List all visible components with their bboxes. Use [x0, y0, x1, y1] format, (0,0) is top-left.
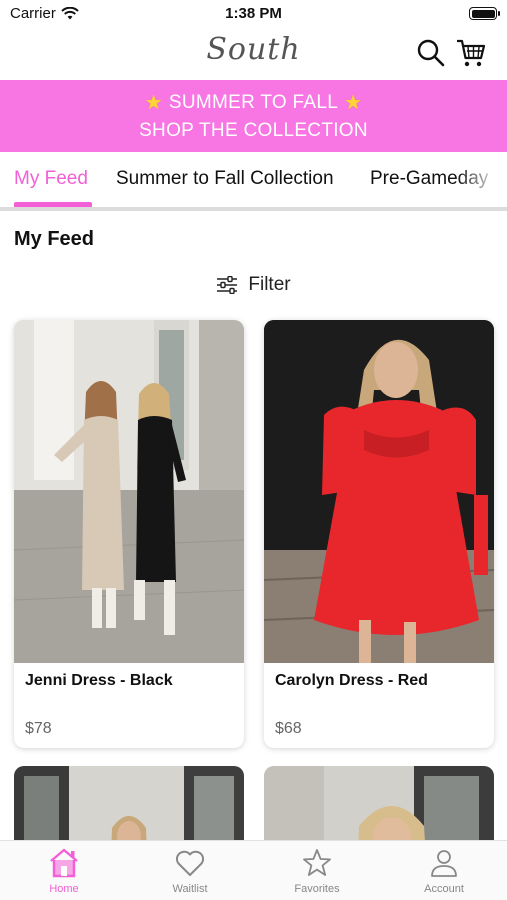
sliders-icon [217, 276, 238, 294]
status-bar: Carrier 1:38 PM [0, 0, 507, 30]
product-price: $68 [275, 720, 302, 737]
product-card[interactable]: Carolyn Dress - Red $68 [264, 320, 494, 748]
product-image[interactable] [264, 320, 494, 663]
category-tabs[interactable]: My Feed Summer to Fall Collection Pre-Ga… [0, 152, 507, 210]
nav-favorites[interactable]: Favorites [267, 847, 367, 895]
nav-waitlist[interactable]: Waitlist [140, 847, 240, 895]
promo-line-2: SHOP THE COLLECTION [139, 120, 368, 141]
promo-banner[interactable]: ★ SUMMER TO FALL ★ SHOP THE COLLECTION [0, 80, 507, 152]
product-name[interactable]: Carolyn Dress - Red [275, 672, 428, 690]
page-title: My Feed [14, 228, 95, 250]
cart-icon[interactable] [455, 37, 487, 69]
tabs-divider [0, 207, 507, 211]
filter-label: Filter [248, 274, 291, 295]
app-header: South [0, 30, 507, 80]
product-price: $78 [25, 720, 52, 737]
nav-home[interactable]: Home [14, 847, 114, 895]
nav-label: Waitlist [172, 883, 208, 895]
user-icon [431, 850, 457, 877]
product-card[interactable]: Jenni Dress - Black $78 [14, 320, 244, 748]
nav-label: Account [424, 883, 464, 895]
nav-label: Favorites [294, 883, 340, 895]
star-icon [303, 849, 331, 876]
status-time: 1:38 PM [225, 5, 282, 22]
star-emoji-icon: ★ [344, 92, 363, 114]
promo-line-1: SUMMER TO FALL [168, 91, 339, 113]
tab-summer-to-fall[interactable]: Summer to Fall Collection [116, 168, 334, 190]
bottom-nav: Home Waitlist Favorites Account [0, 840, 507, 900]
tab-my-feed[interactable]: My Feed [14, 168, 88, 190]
product-image[interactable] [14, 320, 244, 663]
star-emoji-icon: ★ [144, 92, 163, 114]
heart-icon [175, 850, 205, 876]
search-icon[interactable] [415, 37, 447, 69]
tabs-fade [457, 152, 507, 210]
nav-label: Home [49, 883, 79, 895]
filter-button[interactable]: Filter [0, 274, 507, 296]
nav-account[interactable]: Account [394, 847, 494, 895]
battery-icon [469, 7, 500, 20]
product-name[interactable]: Jenni Dress - Black [25, 672, 173, 690]
home-icon [50, 848, 78, 878]
